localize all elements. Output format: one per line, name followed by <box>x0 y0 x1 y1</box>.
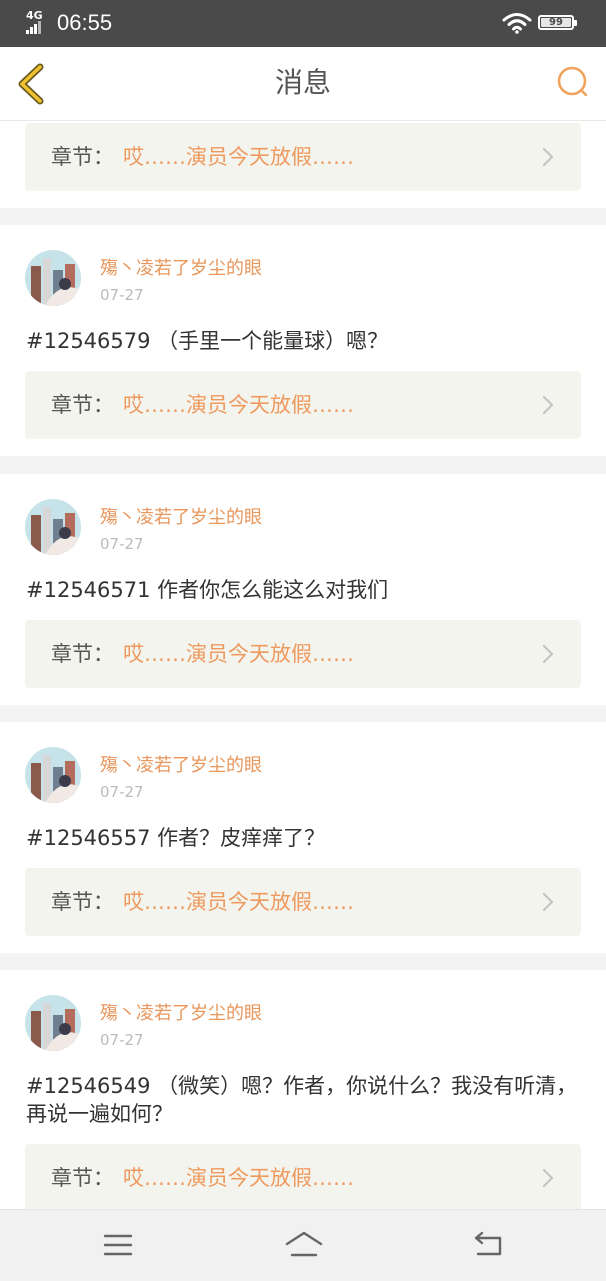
message-card: 殤丶凌若了岁尘的眼 07-27 #12546549 （微笑）嗯？作者，你说什么？… <box>0 970 606 1209</box>
message-card: 殤丶凌若了岁尘的眼 07-27 #12546557 作者？皮痒痒了？ 章节： 哎… <box>0 722 606 953</box>
chapter-title: 哎……演员今天放假…… <box>123 1166 354 1190</box>
chevron-right-icon <box>542 1168 554 1188</box>
chapter-prefix: 章节： <box>51 1166 114 1190</box>
message-card: 殤丶凌若了岁尘的眼 07-27 #12546579 （手里一个能量球）嗯？ 章节… <box>0 225 606 456</box>
clock: 06:55 <box>57 10 113 35</box>
wifi-icon <box>502 13 532 34</box>
avatar[interactable] <box>25 747 81 803</box>
search-icon[interactable] <box>553 65 593 101</box>
avatar[interactable] <box>25 995 81 1051</box>
chapter-title: 哎……演员今天放假…… <box>123 393 354 417</box>
chapter-link[interactable]: 章节： 哎……演员今天放假…… <box>25 868 581 936</box>
message-list[interactable]: 章节： 哎……演员今天放假…… 殤丶凌若了岁尘的眼 07-27 #1254657… <box>0 121 606 1209</box>
battery-level: 99 <box>541 18 571 28</box>
network-type: 4G <box>26 9 43 22</box>
page-title: 消息 <box>274 66 331 99</box>
system-nav-bar <box>0 1209 606 1281</box>
chapter-link[interactable]: 章节： 哎……演员今天放假…… <box>25 371 581 439</box>
chapter-title: 哎……演员今天放假…… <box>123 642 354 666</box>
chevron-right-icon <box>542 395 554 415</box>
avatar[interactable] <box>25 250 81 306</box>
username[interactable]: 殤丶凌若了岁尘的眼 <box>100 506 262 530</box>
return-icon[interactable] <box>470 1228 506 1262</box>
message-text: #12546571 作者你怎么能这么对我们 <box>26 578 389 602</box>
chevron-right-icon <box>542 892 554 912</box>
message-date: 07-27 <box>100 286 144 304</box>
avatar[interactable] <box>25 499 81 555</box>
message-card: 章节： 哎……演员今天放假…… <box>0 121 606 208</box>
signal-icon: 4G <box>26 10 50 34</box>
chapter-title: 哎……演员今天放假…… <box>123 145 354 169</box>
status-bar: 4G 06:55 99 <box>0 0 606 47</box>
chapter-prefix: 章节： <box>51 890 114 914</box>
chapter-link[interactable]: 章节： 哎……演员今天放假…… <box>25 123 581 191</box>
chapter-link[interactable]: 章节： 哎……演员今天放假…… <box>25 620 581 688</box>
chevron-right-icon <box>542 147 554 167</box>
chapter-prefix: 章节： <box>51 393 114 417</box>
nav-bar: 消息 <box>0 47 606 121</box>
message-date: 07-27 <box>100 1031 144 1049</box>
chapter-prefix: 章节： <box>51 642 114 666</box>
chapter-title: 哎……演员今天放假…… <box>123 890 354 914</box>
username[interactable]: 殤丶凌若了岁尘的眼 <box>100 754 262 778</box>
message-text: #12546579 （手里一个能量球）嗯？ <box>26 329 389 353</box>
username[interactable]: 殤丶凌若了岁尘的眼 <box>100 257 262 281</box>
message-date: 07-27 <box>100 535 144 553</box>
chevron-right-icon <box>542 644 554 664</box>
chapter-prefix: 章节： <box>51 145 114 169</box>
username[interactable]: 殤丶凌若了岁尘的眼 <box>100 1002 262 1026</box>
message-card: 殤丶凌若了岁尘的眼 07-27 #12546571 作者你怎么能这么对我们 章节… <box>0 474 606 705</box>
message-text: #12546549 （微笑）嗯？作者，你说什么？我没有听清，再说一遍如何？ <box>26 1074 578 1126</box>
home-icon[interactable] <box>284 1228 324 1262</box>
battery-icon: 99 <box>538 15 577 30</box>
chapter-link[interactable]: 章节： 哎……演员今天放假…… <box>25 1144 581 1209</box>
menu-icon[interactable] <box>100 1228 136 1262</box>
message-text: #12546557 作者？皮痒痒了？ <box>26 826 326 850</box>
message-date: 07-27 <box>100 783 144 801</box>
